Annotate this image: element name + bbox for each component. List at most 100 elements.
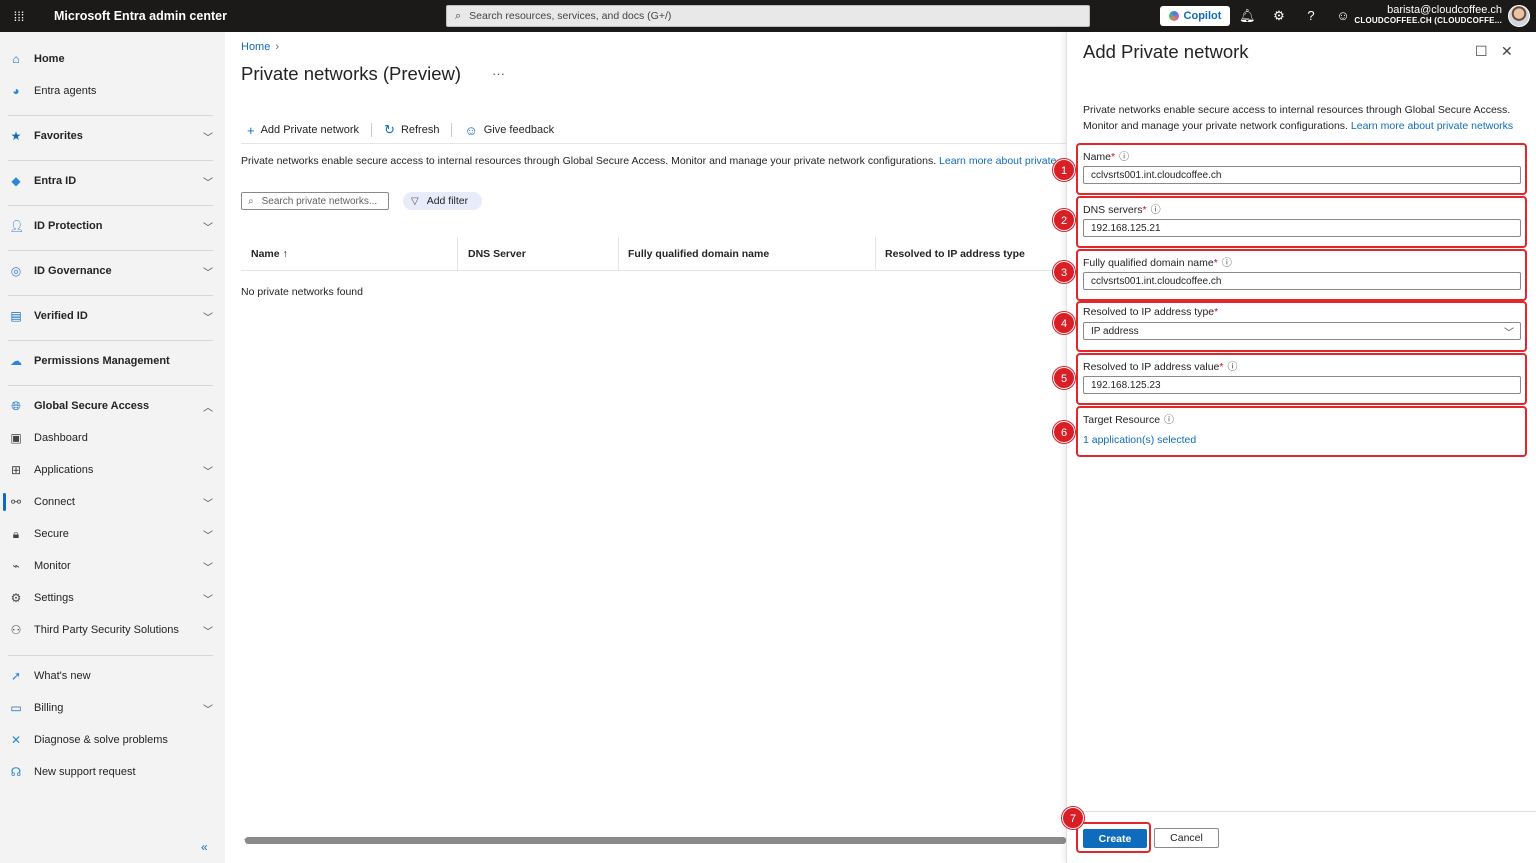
column-header-fqdn[interactable]: Fully qualified domain name	[618, 237, 769, 271]
cancel-button[interactable]: Cancel	[1154, 828, 1219, 848]
sidebar-item-permissions-management[interactable]: ☁ Permissions Management	[0, 347, 225, 375]
sidebar-item-billing[interactable]: ▭ Billing ﹀	[0, 694, 225, 722]
sidebar-item-label: Monitor	[34, 560, 71, 572]
sidebar-item-label: ID Protection	[34, 220, 103, 232]
fqdn-input[interactable]: cclvsrts001.int.cloudcoffee.ch	[1083, 272, 1521, 290]
settings-gear-icon[interactable]: ⚙	[1271, 8, 1287, 24]
close-icon[interactable]: ✕	[1501, 43, 1513, 60]
sidebar-item-label: Permissions Management	[34, 355, 170, 367]
sidebar-item-label: New support request	[34, 766, 136, 778]
people-icon: ⚇	[10, 623, 22, 637]
required-mark: *	[1213, 257, 1218, 269]
target-resource-label: Target Resource ⓘ	[1083, 411, 1174, 426]
name-label-text: Name	[1083, 151, 1112, 163]
help-icon[interactable]: ?	[1303, 8, 1319, 24]
info-icon[interactable]: ⓘ	[1151, 205, 1161, 216]
ip-value-input[interactable]: 192.168.125.23	[1083, 376, 1521, 394]
required-mark: *	[1214, 306, 1219, 318]
sidebar-item-global-secure-access[interactable]: 🌐︎ Global Secure Access ︿	[0, 392, 225, 420]
name-input[interactable]: cclvsrts001.int.cloudcoffee.ch	[1083, 166, 1521, 184]
sidebar-item-dashboard[interactable]: ▣ Dashboard	[0, 424, 225, 452]
sidebar-item-verified-id[interactable]: ▤ Verified ID ﹀	[0, 302, 225, 330]
feedback-person-icon: ☺	[464, 122, 478, 138]
sidebar-item-monitor[interactable]: ⌁ Monitor ﹀	[0, 552, 225, 580]
sidebar-item-label: Home	[34, 53, 65, 65]
sidebar-item-id-governance[interactable]: ◎ ID Governance ﹀	[0, 257, 225, 285]
sidebar-item-diagnose[interactable]: ✕ Diagnose & solve problems	[0, 726, 225, 754]
rocket-icon: ➚	[10, 669, 22, 683]
toolbar-divider	[371, 123, 373, 137]
sidebar-item-settings[interactable]: ⚙ Settings ﹀	[0, 584, 225, 612]
name-label: Name* ⓘ	[1083, 148, 1129, 163]
avatar[interactable]	[1508, 5, 1530, 27]
sidebar-item-support[interactable]: ☊ New support request	[0, 758, 225, 786]
sidebar-item-secure[interactable]: 🔒︎ Secure ﹀	[0, 520, 225, 548]
copilot-button[interactable]: Copilot	[1160, 6, 1230, 26]
fqdn-label: Fully qualified domain name* ⓘ	[1083, 254, 1232, 269]
info-icon[interactable]: ⓘ	[1222, 258, 1232, 269]
toolbar-divider-line	[241, 143, 1066, 144]
sidebar-divider	[8, 295, 213, 296]
column-header-name[interactable]: Name ↑	[241, 237, 288, 271]
sidebar-item-id-protection[interactable]: 👤︎ ID Protection ﹀	[0, 212, 225, 240]
app-title[interactable]: Microsoft Entra admin center	[54, 9, 227, 23]
notifications-icon[interactable]: 🔔︎	[1239, 8, 1256, 24]
sidebar-item-home[interactable]: ⌂ Home	[0, 45, 225, 73]
account-email: barista@cloudcoffee.ch	[1387, 4, 1502, 16]
collapse-sidebar-icon[interactable]: «	[201, 840, 208, 854]
fqdn-label-text: Fully qualified domain name	[1083, 257, 1214, 269]
info-icon[interactable]: ⓘ	[1119, 152, 1129, 163]
add-filter-button[interactable]: ▽ Add filter	[403, 192, 482, 210]
sidebar-divider	[8, 655, 213, 656]
column-header-ip-type[interactable]: Resolved to IP address type	[875, 237, 1025, 271]
add-private-network-panel: Add Private network ☐ ✕ Private networks…	[1053, 32, 1536, 863]
search-private-networks-placeholder: Search private networks...	[261, 195, 378, 207]
panel-description: Private networks enable secure access to…	[1083, 102, 1523, 134]
breadcrumb-home-link[interactable]: Home	[241, 41, 270, 53]
chevron-down-icon: ﹀	[203, 704, 213, 716]
horizontal-scrollbar[interactable]	[245, 837, 1066, 844]
search-private-networks-input[interactable]: ⌕ Search private networks...	[241, 192, 389, 210]
ip-type-selected-value: IP address	[1091, 325, 1139, 337]
account-info[interactable]: barista@cloudcoffee.ch CLOUDCOFFEE.CH (C…	[1354, 4, 1502, 25]
more-options-icon[interactable]: ···	[492, 66, 505, 81]
diagnose-icon: ✕	[10, 733, 22, 747]
sidebar-item-label: ID Governance	[34, 265, 112, 277]
sidebar-divider	[8, 250, 213, 251]
maximize-icon[interactable]: ☐	[1475, 43, 1488, 60]
feedback-icon[interactable]: ☺	[1335, 8, 1351, 24]
column-header-dns-server[interactable]: DNS Server	[458, 237, 526, 271]
refresh-button[interactable]: ↻ Refresh	[378, 122, 445, 138]
sidebar-item-label: Applications	[34, 464, 94, 476]
app-launcher-icon[interactable]: ⁞⁞⁞	[0, 0, 38, 32]
sidebar-item-connect[interactable]: ⚯ Connect ﹀	[0, 488, 225, 516]
add-filter-label: Add filter	[426, 195, 469, 207]
add-private-network-label: Add Private network	[260, 124, 360, 136]
chevron-down-icon: ﹀	[1504, 327, 1514, 339]
dns-servers-label: DNS servers* ⓘ	[1083, 201, 1161, 216]
applications-selected-link[interactable]: 1 application(s) selected	[1083, 434, 1196, 446]
sidebar-item-whats-new[interactable]: ➚ What's new	[0, 662, 225, 690]
sidebar-item-entra-agents[interactable]: ◕ Entra agents	[0, 77, 225, 105]
ip-type-dropdown[interactable]: IP address ﹀	[1083, 322, 1521, 340]
sidebar-item-label: Favorites	[34, 130, 83, 142]
copilot-icon	[1168, 11, 1179, 21]
chevron-down-icon: ﹀	[203, 498, 213, 510]
ip-type-label-text: Resolved to IP address type	[1083, 306, 1215, 318]
sidebar-item-third-party[interactable]: ⚇ Third Party Security Solutions ﹀	[0, 616, 225, 644]
create-button[interactable]: Create	[1083, 829, 1147, 848]
info-icon[interactable]: ⓘ	[1164, 415, 1174, 426]
info-icon[interactable]: ⓘ	[1227, 362, 1237, 373]
refresh-label: Refresh	[400, 124, 440, 136]
add-private-network-button[interactable]: + Add Private network	[241, 123, 365, 138]
learn-more-link[interactable]: Learn more about private networks	[939, 155, 1066, 167]
global-search-input[interactable]: ⌕ Search resources, services, and docs (…	[446, 5, 1090, 27]
gear-icon: ⚙	[10, 591, 22, 605]
sidebar-item-applications[interactable]: ⊞ Applications ﹀	[0, 456, 225, 484]
give-feedback-button[interactable]: ☺ Give feedback	[458, 123, 560, 138]
sidebar-item-entra-id[interactable]: ◆ Entra ID ﹀	[0, 167, 225, 195]
sidebar-item-favorites[interactable]: ★ Favorites ﹀	[0, 122, 225, 150]
panel-learn-more-link[interactable]: Learn more about private networks	[1351, 120, 1513, 132]
chevron-down-icon: ﹀	[203, 466, 213, 478]
dns-servers-input[interactable]: 192.168.125.21	[1083, 219, 1521, 237]
